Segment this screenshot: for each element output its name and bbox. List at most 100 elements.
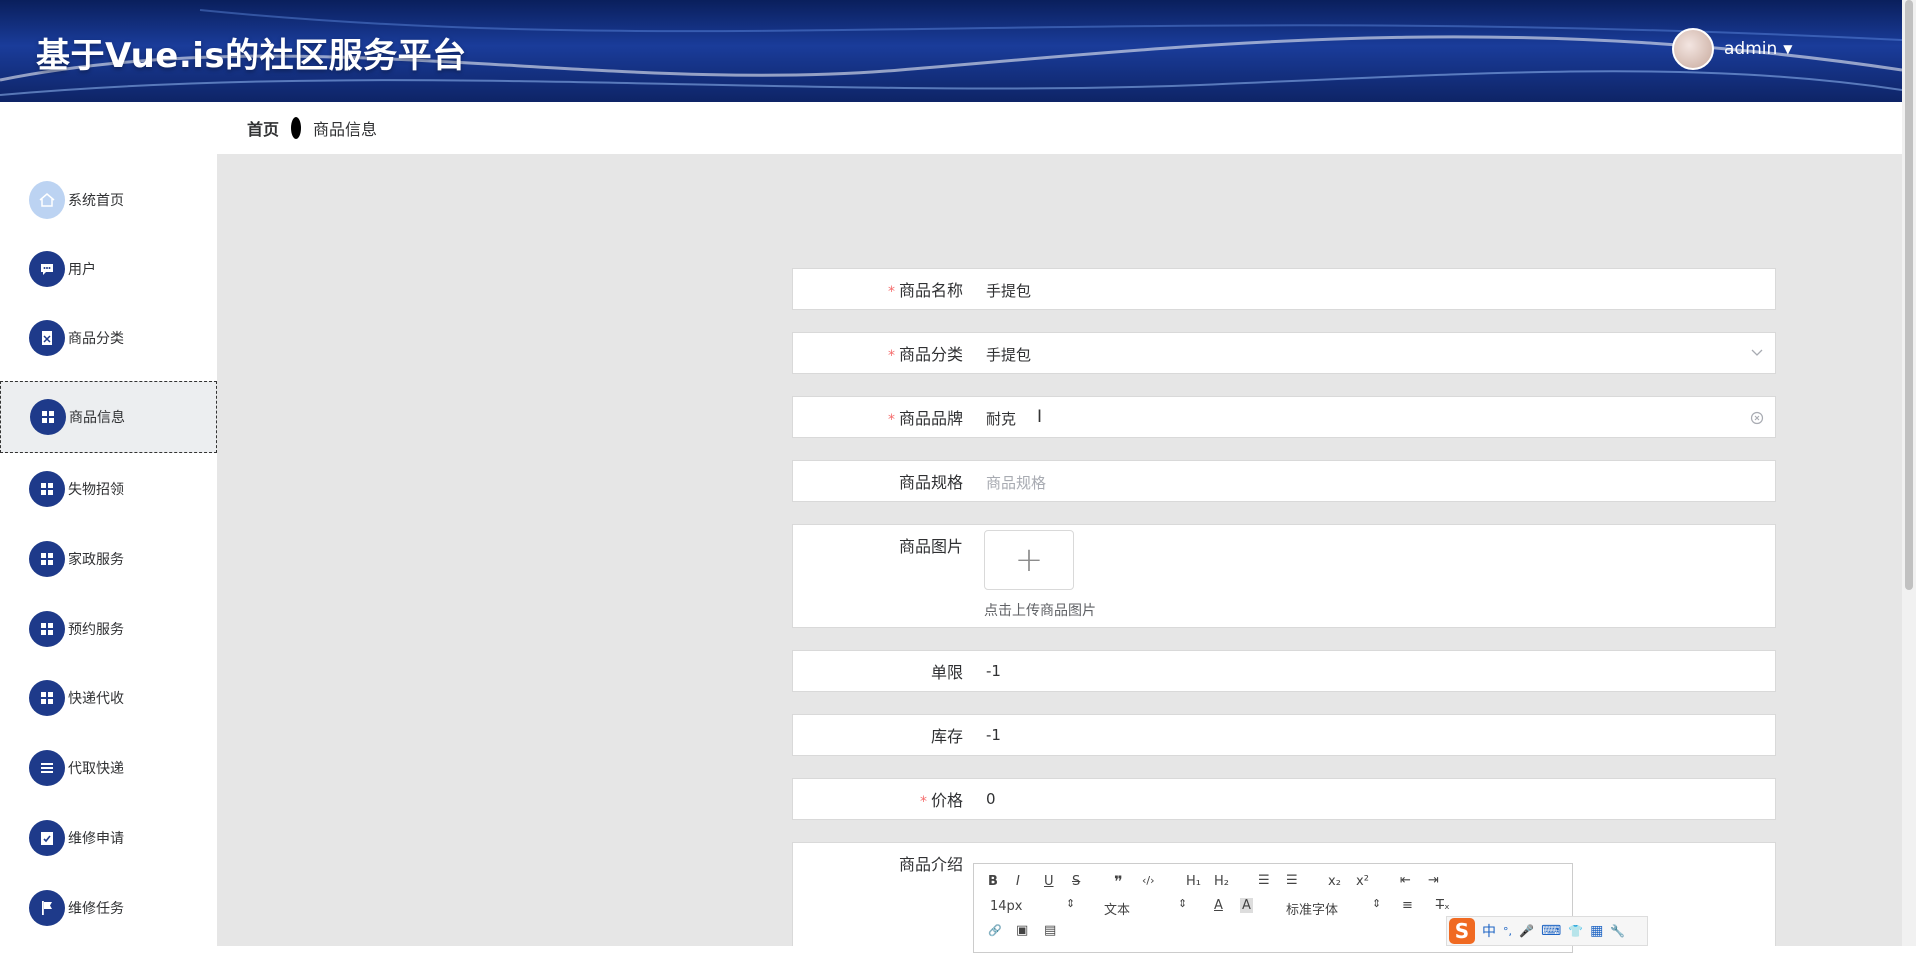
sidebar-item-parcel-receive[interactable]: 快递代收 bbox=[0, 670, 217, 726]
ordered-list-button[interactable]: ☰ bbox=[1258, 873, 1270, 888]
product-category-select[interactable]: 手提包 bbox=[986, 344, 1031, 365]
clear-format-button[interactable]: T̶ₓ bbox=[1436, 898, 1450, 913]
sidebar-item-label: 家政服务 bbox=[68, 552, 124, 568]
clipboard-check-icon bbox=[29, 820, 65, 856]
user-menu[interactable]: admin ▼ bbox=[1672, 28, 1793, 70]
document-icon bbox=[29, 320, 65, 356]
strike-button[interactable]: S bbox=[1072, 874, 1080, 889]
form-label: 商品规格 bbox=[898, 473, 963, 492]
bold-button[interactable]: B bbox=[988, 874, 998, 889]
form-row-product-name: * 商品名称 手提包 bbox=[792, 268, 1776, 310]
product-name-input[interactable]: 手提包 bbox=[986, 280, 1031, 301]
required-mark: * bbox=[919, 794, 927, 810]
form-label: 商品图片 bbox=[898, 537, 963, 556]
breadcrumb-separator bbox=[291, 117, 302, 139]
sidebar-item-repair-request[interactable]: 维修申请 bbox=[0, 810, 217, 866]
product-brand-input[interactable]: 耐克 bbox=[986, 408, 1016, 429]
image-button[interactable]: ▣ bbox=[1016, 923, 1028, 938]
grid-icon bbox=[29, 471, 65, 507]
sidebar-item-users[interactable]: 用户 bbox=[0, 241, 217, 297]
font-family-select[interactable]: 标准字体 bbox=[1286, 899, 1338, 918]
plus-icon: + bbox=[1014, 540, 1044, 580]
required-mark: * bbox=[887, 284, 895, 300]
form-row-product-brand: * 商品品牌 耐克 I bbox=[792, 396, 1776, 438]
indent-out-button[interactable]: ⇤ bbox=[1400, 873, 1411, 888]
font-size-select[interactable]: 14px bbox=[990, 899, 1023, 914]
background-color-button[interactable]: A bbox=[1240, 898, 1253, 913]
grid-icon bbox=[30, 399, 66, 435]
sidebar-item-label: 维修申请 bbox=[68, 831, 124, 847]
text-cursor-icon: I bbox=[1037, 407, 1043, 427]
sidebar-item-product-info[interactable]: 商品信息 bbox=[0, 381, 217, 453]
form-label: 单限 bbox=[930, 663, 963, 682]
clear-icon[interactable] bbox=[1750, 411, 1764, 425]
ime-toolbar[interactable]: S 中 °, 🎤 ⌨ 👕 ▦ 🔧 bbox=[1446, 916, 1648, 946]
link-button[interactable]: 🔗 bbox=[988, 924, 1002, 937]
form-label: * 商品名称 bbox=[887, 281, 963, 300]
toolbox-icon[interactable]: 🔧 bbox=[1610, 924, 1625, 938]
sidebar-item-product-category[interactable]: 商品分类 bbox=[0, 310, 217, 366]
quote-button[interactable]: ❞ bbox=[1114, 872, 1123, 891]
ime-punctuation-toggle[interactable]: °, bbox=[1503, 925, 1512, 938]
sidebar-item-label: 快递代收 bbox=[68, 691, 124, 707]
indent-in-button[interactable]: ⇥ bbox=[1428, 873, 1439, 888]
form-row-product-image: 商品图片 + 点击上传商品图片 bbox=[792, 524, 1776, 628]
grid-icon bbox=[29, 541, 65, 577]
sidebar-item-lost-found[interactable]: 失物招领 bbox=[0, 461, 217, 517]
app-header: 基于Vue.is的社区服务平台 admin ▼ bbox=[0, 0, 1902, 102]
font-color-button[interactable]: A bbox=[1214, 898, 1223, 913]
sidebar-item-label: 代取快递 bbox=[68, 761, 124, 777]
main-content: * 商品名称 手提包 * 商品分类 手提包 * 商品品牌 耐克 I 商品规格 商品规格… bbox=[217, 154, 1902, 953]
scrollbar-thumb[interactable] bbox=[1905, 0, 1913, 590]
username[interactable]: admin bbox=[1724, 39, 1777, 59]
h1-button[interactable]: H₁ bbox=[1186, 874, 1201, 889]
sidebar-item-repair-task[interactable]: 维修任务 bbox=[0, 880, 217, 936]
block-type-chevron-icon: ⇕ bbox=[1178, 897, 1188, 910]
align-button[interactable]: ≡ bbox=[1402, 898, 1413, 913]
superscript-button[interactable]: x² bbox=[1356, 874, 1369, 889]
form-label: 库存 bbox=[930, 727, 963, 746]
required-mark: * bbox=[887, 348, 895, 364]
skin-icon[interactable]: 👕 bbox=[1568, 924, 1583, 938]
block-type-select[interactable]: 文本 bbox=[1104, 899, 1130, 918]
h2-button[interactable]: H₂ bbox=[1214, 874, 1229, 889]
video-button[interactable]: ▤ bbox=[1044, 923, 1056, 938]
flag-icon bbox=[29, 890, 65, 926]
home-icon bbox=[29, 181, 65, 219]
form-label: * 商品分类 bbox=[887, 345, 963, 364]
sidebar-item-label: 用户 bbox=[68, 262, 96, 278]
sidebar-item-label: 预约服务 bbox=[68, 622, 124, 638]
sidebar-item-booking[interactable]: 预约服务 bbox=[0, 601, 217, 657]
sidebar-item-label: 商品分类 bbox=[68, 331, 124, 347]
price-input[interactable]: 0 bbox=[986, 790, 996, 808]
code-button[interactable]: ‹/› bbox=[1142, 874, 1155, 887]
caret-down-icon[interactable]: ▼ bbox=[1783, 42, 1792, 56]
form-row-product-spec: 商品规格 商品规格 bbox=[792, 460, 1776, 502]
apps-icon[interactable]: ▦ bbox=[1590, 923, 1603, 939]
sidebar-item-label: 系统首页 bbox=[68, 193, 124, 209]
microphone-icon[interactable]: 🎤 bbox=[1519, 924, 1534, 938]
sidebar-item-parcel-pickup[interactable]: 代取快递 bbox=[0, 740, 217, 796]
stock-input[interactable]: -1 bbox=[986, 726, 1001, 744]
italic-button[interactable]: I bbox=[1016, 874, 1020, 889]
bullet-list-button[interactable]: ☰ bbox=[1286, 873, 1298, 888]
sidebar-item-home[interactable]: 系统首页 bbox=[0, 172, 217, 228]
form-row-limit: 单限 -1 bbox=[792, 650, 1776, 692]
sidebar-item-housekeeping[interactable]: 家政服务 bbox=[0, 531, 217, 587]
image-upload-button[interactable]: + bbox=[984, 530, 1074, 590]
sidebar-item-label: 维修任务 bbox=[68, 901, 124, 917]
avatar[interactable] bbox=[1672, 28, 1714, 70]
subscript-button[interactable]: x₂ bbox=[1328, 874, 1341, 889]
form-label: * 价格 bbox=[919, 791, 963, 810]
form-row-stock: 库存 -1 bbox=[792, 714, 1776, 756]
underline-button[interactable]: U bbox=[1044, 874, 1054, 889]
list-icon bbox=[29, 750, 65, 786]
chevron-down-icon[interactable] bbox=[1751, 349, 1763, 357]
product-spec-input[interactable]: 商品规格 bbox=[986, 472, 1046, 493]
required-mark: * bbox=[887, 412, 895, 428]
limit-input[interactable]: -1 bbox=[986, 662, 1001, 680]
keyboard-icon[interactable]: ⌨ bbox=[1541, 923, 1561, 939]
breadcrumb-home[interactable]: 首页 bbox=[247, 116, 279, 140]
ime-language-toggle[interactable]: 中 bbox=[1482, 921, 1496, 941]
ime-logo-icon[interactable]: S bbox=[1449, 918, 1475, 944]
